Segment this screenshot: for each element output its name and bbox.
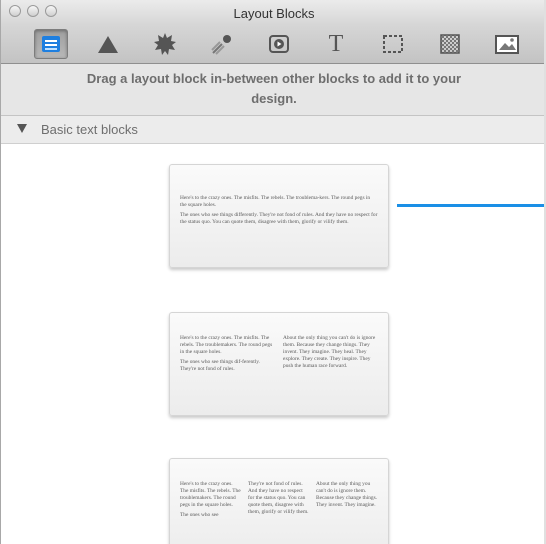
toolbar: T (1, 25, 546, 64)
section-header-basic-text[interactable]: Basic text blocks (1, 117, 546, 144)
block-one-column[interactable]: Here's to the crazy ones. The misfits. T… (169, 164, 389, 268)
typography-icon: T (328, 30, 344, 57)
block-column: They're not fond of rules. And they have… (248, 481, 310, 522)
image-icon (495, 35, 519, 54)
tool-patterns[interactable] (433, 29, 467, 59)
tool-shapes[interactable] (91, 29, 125, 59)
layout-blocks-window: Layout Blocks T Drag a layout block in-b… (0, 0, 546, 544)
badge-icon (154, 33, 176, 55)
block-column: Here's to the crazy ones. The misfits. T… (180, 335, 275, 376)
tool-media[interactable] (262, 29, 296, 59)
disclosure-triangle-icon[interactable] (17, 124, 27, 133)
tool-text-blocks[interactable] (34, 29, 68, 59)
block-paragraph: About the only thing you can't do is ign… (316, 481, 378, 508)
instructions-line-1: Drag a layout block in-between other blo… (86, 71, 462, 86)
block-three-column[interactable]: Here's to the crazy ones. The misfits. T… (169, 458, 389, 544)
block-paragraph: The ones who see things dif-ferently. Th… (180, 359, 260, 372)
selection-icon (383, 35, 403, 53)
tool-graphics[interactable] (205, 29, 239, 59)
block-column: Here's to the crazy ones. The misfits. T… (180, 481, 242, 522)
graphic-icon (211, 35, 231, 55)
block-paragraph: Here's to the crazy ones. The misfits. T… (180, 335, 273, 355)
block-paragraph: The ones who see things differently. The… (180, 212, 378, 225)
block-column: About the only thing you can't do is ign… (316, 481, 378, 522)
instructions-line-2: design. (251, 91, 297, 106)
instructions-banner: Drag a layout block in-between other blo… (1, 64, 546, 116)
block-paragraph: Here's to the crazy ones. The misfits. T… (180, 481, 241, 508)
block-paragraph: Here's to the crazy ones. The misfits. T… (180, 195, 371, 208)
shape-icon (98, 36, 118, 53)
window-title: Layout Blocks (233, 6, 315, 21)
text-blocks-icon (42, 36, 60, 52)
block-paragraph: About the only thing you can't do is ign… (283, 335, 376, 369)
tool-selection[interactable] (376, 29, 410, 59)
title-bar: Layout Blocks (1, 0, 546, 25)
tool-images[interactable] (490, 29, 524, 59)
tool-badges[interactable] (148, 29, 182, 59)
section-label: Basic text blocks (41, 122, 138, 137)
block-column: About the only thing you can't do is ign… (283, 335, 378, 376)
tool-typography[interactable]: T (319, 29, 353, 59)
blocks-list: Here's to the crazy ones. The misfits. T… (1, 144, 546, 544)
block-paragraph: They're not fond of rules. And they have… (248, 481, 309, 515)
media-icon (269, 35, 289, 53)
pattern-icon (440, 34, 460, 54)
block-paragraph: The ones who see (180, 512, 219, 518)
block-two-column[interactable]: Here's to the crazy ones. The misfits. T… (169, 312, 389, 416)
drop-indicator (397, 204, 546, 207)
